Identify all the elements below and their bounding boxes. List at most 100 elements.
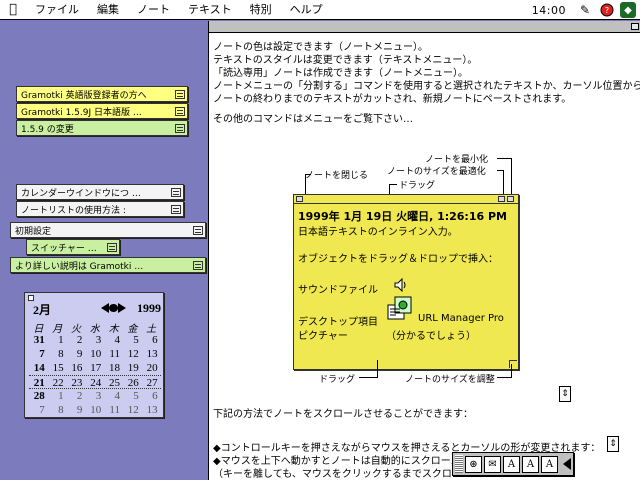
demo-note-line: 日本語テキストのインライン入力。 bbox=[298, 227, 458, 238]
apple-icon[interactable]:  bbox=[0, 0, 26, 20]
calendar-day[interactable]: 12 bbox=[123, 403, 142, 417]
next-month-icon[interactable] bbox=[118, 303, 126, 313]
calendar-day[interactable]: 8 bbox=[48, 403, 67, 417]
menu-file[interactable]: ファイル bbox=[26, 0, 88, 20]
calendar-day[interactable]: 18 bbox=[104, 361, 123, 375]
calendar-day[interactable]: 6 bbox=[142, 333, 161, 347]
note-tab-toggle-icon[interactable] bbox=[107, 242, 117, 252]
calendar-window[interactable]: 2月 1999 日 月 火 水 木 金 土 31 1 2 3 4 5 6 7 8… bbox=[24, 292, 164, 418]
calendar-day[interactable]: 4 bbox=[104, 333, 123, 347]
calendar-day[interactable]: 3 bbox=[85, 389, 104, 403]
calendar-day[interactable]: 17 bbox=[85, 361, 104, 375]
help-balloon-icon[interactable]: ? bbox=[598, 1, 616, 19]
window-zoom-box[interactable] bbox=[631, 23, 639, 30]
new-note-tool-icon[interactable]: ✉ bbox=[484, 455, 501, 473]
calendar-nav[interactable] bbox=[101, 303, 127, 313]
calendar-day[interactable]: 21 bbox=[29, 376, 48, 389]
calendar-day[interactable]: 9 bbox=[67, 403, 86, 417]
text-line: ◆マウスを上下へ動かすとノートは自動的にスクロールします bbox=[213, 456, 491, 467]
calendar-day[interactable]: 22 bbox=[48, 376, 67, 389]
note-tab-toggle-icon[interactable] bbox=[175, 123, 185, 133]
calendar-day[interactable]: 20 bbox=[142, 361, 161, 375]
note-tab-label: Gramotki 1.5.9J 日本語版 … bbox=[21, 107, 142, 118]
demo-note: 1999年 1月 19日 火曜日, 1:26:16 PM 日本語テキストのインラ… bbox=[293, 194, 519, 370]
note-tab-toggle-icon[interactable] bbox=[175, 106, 185, 116]
calendar-day[interactable]: 5 bbox=[123, 333, 142, 347]
menu-note[interactable]: ノート bbox=[128, 0, 179, 20]
desktop-note-tab[interactable]: 1.5.9 の変更 bbox=[16, 120, 188, 136]
note-tab-label: 初期設定 bbox=[15, 226, 52, 237]
calendar-day[interactable]: 2 bbox=[67, 389, 86, 403]
calendar-day[interactable]: 2 bbox=[67, 333, 86, 347]
text-style-button[interactable]: A bbox=[522, 455, 539, 473]
menubar-clock[interactable]: 14:00 bbox=[532, 4, 572, 17]
palette-drag-handle[interactable] bbox=[455, 455, 463, 473]
note-tab-label: スイッチャー … bbox=[31, 243, 97, 254]
today-icon[interactable] bbox=[109, 304, 118, 312]
calendar-day[interactable]: 23 bbox=[67, 376, 86, 389]
leader-line bbox=[497, 377, 512, 378]
calendar-day[interactable]: 14 bbox=[29, 361, 48, 375]
collapse-palette-icon[interactable] bbox=[563, 458, 571, 470]
note-window[interactable]: ノートの色は設定できます（ノートメニュー）。 テキストのスタイルは変更できます（… bbox=[208, 21, 640, 480]
note-tab-toggle-icon[interactable] bbox=[193, 260, 203, 270]
menu-text[interactable]: テキスト bbox=[179, 0, 241, 20]
calendar-day[interactable]: 19 bbox=[123, 361, 142, 375]
calendar-day[interactable]: 10 bbox=[85, 403, 104, 417]
note-tab-label: より詳しい説明は Gramotki … bbox=[15, 261, 144, 272]
calendar-day[interactable]: 3 bbox=[85, 333, 104, 347]
calendar-day[interactable]: 25 bbox=[104, 376, 123, 389]
note-content[interactable]: ノートの色は設定できます（ノートメニュー）。 テキストのスタイルは変更できます（… bbox=[209, 34, 640, 480]
calendar-day[interactable]: 1 bbox=[48, 389, 67, 403]
calendar-day[interactable]: 8 bbox=[48, 347, 67, 361]
calendar-day[interactable]: 11 bbox=[104, 403, 123, 417]
desktop-note-tab[interactable]: より詳しい説明は Gramotki … bbox=[10, 257, 206, 273]
calendar-day[interactable]: 7 bbox=[29, 403, 48, 417]
note-tab-toggle-icon[interactable] bbox=[175, 89, 185, 99]
leader-line bbox=[359, 377, 377, 378]
calendar-day[interactable]: 16 bbox=[67, 361, 86, 375]
calendar-day[interactable]: 1 bbox=[48, 333, 67, 347]
calendar-day[interactable]: 7 bbox=[29, 347, 48, 361]
app-switcher-icon[interactable]: ◆ bbox=[620, 2, 636, 18]
demo-minimize-box bbox=[507, 196, 514, 202]
calendar-day[interactable]: 5 bbox=[123, 389, 142, 403]
calendar-day[interactable]: 13 bbox=[142, 403, 161, 417]
note-tab-toggle-icon[interactable] bbox=[171, 187, 181, 197]
calendar-day[interactable]: 6 bbox=[142, 389, 161, 403]
calendar-day[interactable]: 28 bbox=[29, 389, 48, 403]
menu-help[interactable]: ヘルプ bbox=[281, 0, 332, 20]
note-diagram: 1999年 1月 19日 火曜日, 1:26:16 PM 日本語テキストのインラ… bbox=[293, 194, 519, 370]
desktop-note-tab[interactable]: Gramotki 英語版登録者の方へ bbox=[16, 86, 188, 102]
calendar-day[interactable]: 9 bbox=[67, 347, 86, 361]
note-tab-toggle-icon[interactable] bbox=[193, 225, 203, 235]
calendar-day[interactable]: 12 bbox=[123, 347, 142, 361]
text-line: 「読込専用」ノートは作成できます（ノートメニュー）。 bbox=[213, 68, 468, 79]
text-line: その他のコマンドはメニューをご覧下さい… bbox=[213, 114, 413, 125]
menu-edit[interactable]: 編集 bbox=[88, 0, 128, 20]
svg-text:?: ? bbox=[605, 6, 609, 15]
calendar-day[interactable]: 26 bbox=[123, 376, 142, 389]
menu-special[interactable]: 特別 bbox=[241, 0, 281, 20]
calendar-day[interactable]: 15 bbox=[48, 361, 67, 375]
text-style-button[interactable]: A bbox=[503, 455, 520, 473]
calendar-day[interactable]: 11 bbox=[104, 347, 123, 361]
pencil-icon[interactable]: ✎ bbox=[576, 1, 594, 19]
desktop-note-tab[interactable]: Gramotki 1.5.9J 日本語版 … bbox=[16, 103, 188, 119]
desktop-note-tab[interactable]: ノートリストの使用方法 : bbox=[16, 201, 184, 217]
settings-tool-icon[interactable]: ⊛ bbox=[465, 455, 482, 473]
text-style-button[interactable]: A bbox=[541, 455, 558, 473]
desktop-note-tab[interactable]: スイッチャー … bbox=[26, 239, 120, 255]
calendar-day[interactable]: 4 bbox=[104, 389, 123, 403]
calendar-day[interactable]: 31 bbox=[29, 333, 48, 347]
calendar-day[interactable]: 10 bbox=[85, 347, 104, 361]
prev-month-icon[interactable] bbox=[101, 303, 109, 313]
desktop-note-tab[interactable]: カレンダーウインドウにつ … bbox=[16, 184, 184, 200]
window-title-bar[interactable] bbox=[209, 21, 640, 33]
note-tab-toggle-icon[interactable] bbox=[171, 204, 181, 214]
calendar-day[interactable]: 13 bbox=[142, 347, 161, 361]
calendar-day[interactable]: 27 bbox=[142, 376, 161, 389]
calendar-day[interactable]: 24 bbox=[85, 376, 104, 389]
tool-palette[interactable]: ⊛ ✉ A A A bbox=[452, 452, 574, 476]
desktop-note-tab[interactable]: 初期設定 bbox=[10, 222, 206, 238]
